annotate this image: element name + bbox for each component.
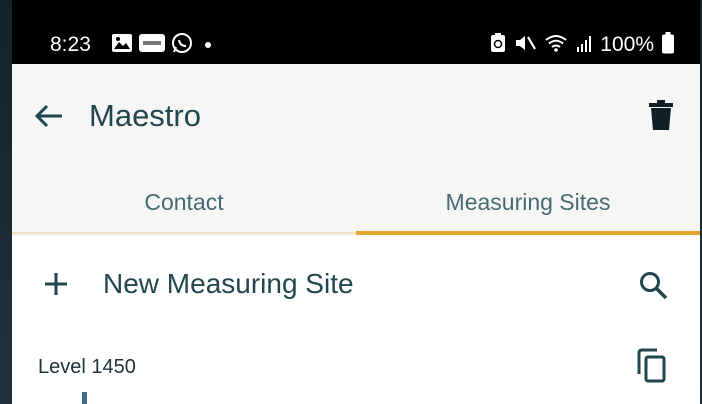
battery-percentage: 100% <box>600 33 654 56</box>
wifi-icon <box>544 33 568 58</box>
level-indicator-bar <box>82 392 87 404</box>
signal-icon <box>576 33 592 58</box>
image-icon <box>111 33 133 58</box>
measuring-sites-list: New Measuring Site Level 1450 <box>12 236 700 404</box>
tab-contact[interactable]: Contact <box>12 172 356 236</box>
background-left-edge <box>0 0 12 404</box>
battery-icon <box>662 31 674 59</box>
status-bar: 8:23 100% <box>12 0 700 64</box>
plus-icon[interactable] <box>44 272 68 301</box>
status-time: 8:23 <box>50 33 91 56</box>
app-bar: Maestro <box>12 64 700 172</box>
battery-saver-icon <box>490 32 506 58</box>
whatsapp-icon <box>171 32 193 59</box>
page-title: Maestro <box>89 98 201 133</box>
trash-icon[interactable] <box>649 100 673 135</box>
mute-icon <box>514 33 537 58</box>
cbc-app-icon <box>139 33 165 58</box>
tab-measuring-sites[interactable]: Measuring Sites <box>356 172 700 236</box>
tab-indicator <box>356 231 700 235</box>
search-icon[interactable] <box>638 270 668 305</box>
tab-underline-inactive <box>12 232 356 234</box>
tab-bar: Contact Measuring Sites <box>12 172 700 236</box>
site-item-label[interactable]: Level 1450 <box>38 356 136 379</box>
copy-icon[interactable] <box>637 348 667 389</box>
notification-icons <box>111 32 211 59</box>
phone-screen: 8:23 100% Maestro Contact Measuring Site… <box>12 0 700 404</box>
back-arrow-icon[interactable] <box>34 104 64 133</box>
new-measuring-site-button[interactable]: New Measuring Site <box>103 268 354 300</box>
notification-dot <box>205 42 211 48</box>
system-icons: 100% <box>490 31 674 59</box>
